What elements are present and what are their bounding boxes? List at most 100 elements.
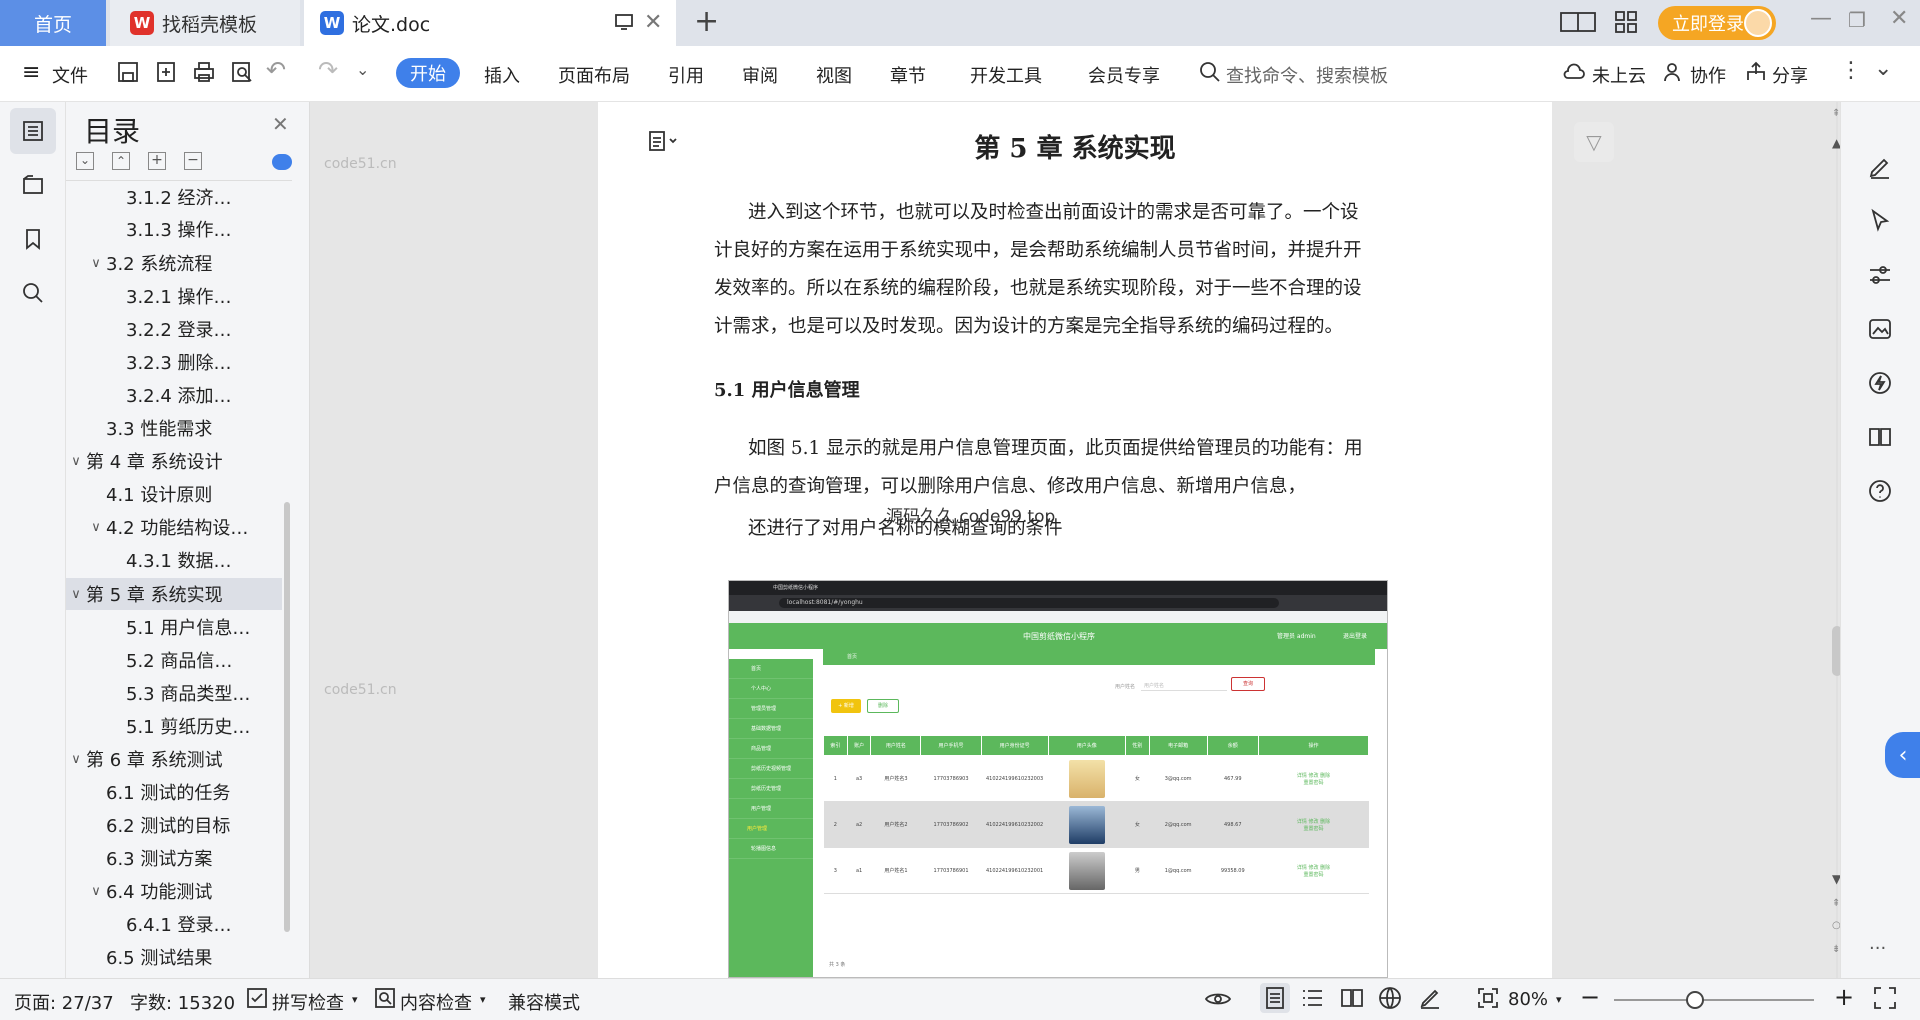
- expand-panel-chevron-icon[interactable]: ‹: [1885, 732, 1920, 778]
- toc-item[interactable]: ∨ 3.2 系统流程: [86, 247, 212, 279]
- write-mode-icon[interactable]: [1418, 986, 1442, 1015]
- toc-item[interactable]: 5.1 用户信息…: [126, 611, 250, 643]
- spellcheck-button[interactable]: 拼写检查: [272, 989, 344, 1015]
- web-view-icon[interactable]: [1378, 986, 1402, 1015]
- quick-access-chevron-icon[interactable]: ⌄: [356, 60, 369, 79]
- toc-item[interactable]: 3.2.3 删除…: [126, 346, 232, 378]
- chevron-down-icon[interactable]: ∨: [66, 454, 86, 469]
- undo-icon[interactable]: ↶: [266, 56, 286, 84]
- toc-item[interactable]: 6.2 测试的目标: [106, 809, 230, 841]
- menu-review[interactable]: 审阅: [742, 62, 778, 88]
- zoom-in-icon[interactable]: +: [1834, 983, 1854, 1011]
- toc-item[interactable]: 3.3 性能需求: [106, 412, 212, 444]
- menu-dev-tools[interactable]: 开发工具: [970, 62, 1042, 88]
- prev-page-icon[interactable]: ⇞: [1832, 898, 1840, 909]
- document-page[interactable]: 第 5 章 系统实现 进入到这个环节，也就可以及时检查出前面设计的需求是否可靠了…: [598, 102, 1552, 978]
- toc-item[interactable]: 5.1 剪纸历史…: [126, 710, 250, 742]
- tab-home[interactable]: 首页: [0, 0, 106, 46]
- page-view-button[interactable]: [1260, 983, 1290, 1013]
- restore-icon[interactable]: ❐: [1848, 8, 1866, 32]
- menu-member[interactable]: 会员专享: [1088, 62, 1160, 88]
- chevron-down-icon[interactable]: ∨: [86, 256, 106, 271]
- add-heading-icon[interactable]: +: [148, 152, 166, 170]
- share-button[interactable]: 分享: [1772, 62, 1808, 88]
- image-edit-icon[interactable]: [1865, 314, 1895, 344]
- reading-icon[interactable]: [1865, 422, 1895, 452]
- cursor-icon[interactable]: [1865, 206, 1895, 236]
- expand-all-icon[interactable]: ⌄: [76, 152, 94, 170]
- content-check-button[interactable]: 内容检查: [400, 989, 472, 1015]
- print-preview-icon[interactable]: [230, 60, 254, 88]
- menu-start[interactable]: 开始: [396, 58, 460, 88]
- layout-icon[interactable]: [1560, 10, 1596, 38]
- select-browse-icon[interactable]: ○: [1832, 920, 1840, 931]
- pen-icon[interactable]: [1865, 152, 1895, 182]
- outline-view-icon[interactable]: [1300, 986, 1324, 1015]
- command-search-input[interactable]: 查找命令、搜索模板: [1226, 62, 1388, 88]
- save-icon[interactable]: [116, 60, 140, 88]
- window-close-icon[interactable]: ✕: [1890, 6, 1908, 31]
- zoom-slider-handle[interactable]: [1686, 991, 1704, 1009]
- zoom-dropdown-icon[interactable]: ▾: [1556, 993, 1562, 1006]
- toc-item[interactable]: ∨ 4.2 功能结构设…: [86, 511, 248, 543]
- more-dots-icon[interactable]: ···: [1869, 938, 1886, 959]
- toc-item[interactable]: 6.1 测试的任务: [106, 776, 230, 808]
- toc-item[interactable]: 3.1.3 操作…: [126, 213, 232, 245]
- zoom-out-icon[interactable]: −: [1580, 983, 1600, 1011]
- toc-item[interactable]: 6.3 测试方案: [106, 842, 212, 874]
- more-vertical-icon[interactable]: ⋮: [1840, 58, 1862, 83]
- toc-item[interactable]: ∨ 第 6 章 系统测试: [66, 743, 222, 775]
- ai-assistant-icon[interactable]: [1865, 368, 1895, 398]
- remove-heading-icon[interactable]: −: [184, 152, 202, 170]
- outline-toggle[interactable]: [10, 108, 56, 154]
- zoom-level[interactable]: 80%: [1508, 989, 1548, 1010]
- new-tab-icon[interactable]: +: [694, 4, 719, 39]
- chapter-nav-button[interactable]: [10, 162, 56, 208]
- toc-item[interactable]: 3.2.1 操作…: [126, 280, 232, 312]
- hamburger-icon[interactable]: ≡: [22, 62, 40, 84]
- close-tab-icon[interactable]: ✕: [644, 10, 662, 35]
- tab-document[interactable]: W 论文.doc ✕: [304, 0, 676, 46]
- tab-templates[interactable]: W 找稻壳模板: [110, 0, 300, 46]
- toc-item[interactable]: 3.2.4 添加…: [126, 379, 232, 411]
- toc-item[interactable]: 5.3 商品类型…: [126, 677, 250, 709]
- export-icon[interactable]: [154, 60, 178, 88]
- page-indicator[interactable]: 页面: 27/37: [14, 989, 114, 1015]
- scroll-down-icon[interactable]: ▼: [1832, 872, 1840, 886]
- menu-chapter[interactable]: 章节: [890, 62, 926, 88]
- login-button[interactable]: 立即登录: [1658, 6, 1776, 40]
- zoom-slider-track[interactable]: [1614, 999, 1814, 1001]
- cloud-status[interactable]: 未上云: [1592, 62, 1646, 88]
- page-scrollbar[interactable]: [1832, 626, 1840, 676]
- find-button[interactable]: [10, 270, 56, 316]
- menu-view[interactable]: 视图: [816, 62, 852, 88]
- collapse-all-icon[interactable]: ⌃: [112, 152, 130, 170]
- content-dropdown-icon[interactable]: ▾: [480, 993, 486, 1006]
- screen-icon[interactable]: [614, 12, 634, 37]
- chevron-down-icon[interactable]: ∨: [86, 884, 106, 899]
- bookmark-button[interactable]: [10, 216, 56, 262]
- menu-page-layout[interactable]: 页面布局: [558, 62, 630, 88]
- toc-item[interactable]: ∨ 6.4 功能测试: [86, 875, 212, 907]
- eye-protection-icon[interactable]: [1204, 985, 1232, 1016]
- sliders-icon[interactable]: [1865, 260, 1895, 290]
- scroll-top-icon[interactable]: ⇞: [1832, 108, 1840, 119]
- toc-item-active[interactable]: ∨ 第 5 章 系统实现: [66, 578, 282, 610]
- redo-icon[interactable]: ↷: [318, 56, 338, 84]
- collapse-ribbon-icon[interactable]: ⌄: [1874, 56, 1892, 81]
- toc-item[interactable]: ∨ 第 4 章 系统设计: [66, 445, 222, 477]
- help-icon[interactable]: [1865, 476, 1895, 506]
- toc-item[interactable]: 6.5 测试结果: [106, 941, 212, 972]
- toc-item[interactable]: 3.2.2 登录…: [126, 313, 232, 345]
- fit-page-icon[interactable]: [1476, 986, 1500, 1015]
- word-count[interactable]: 字数: 15320: [130, 989, 235, 1015]
- outline-toggle-switch-icon[interactable]: [272, 154, 292, 170]
- collab-button[interactable]: 协作: [1690, 62, 1726, 88]
- menu-insert[interactable]: 插入: [484, 62, 520, 88]
- menu-references[interactable]: 引用: [668, 62, 704, 88]
- chevron-down-icon[interactable]: ∨: [66, 752, 86, 767]
- toc-item[interactable]: 4.3.1 数据…: [126, 544, 232, 576]
- chevron-down-icon[interactable]: ∨: [66, 587, 86, 602]
- apps-grid-icon[interactable]: [1614, 10, 1638, 38]
- toc-item[interactable]: 6.4.1 登录…: [126, 908, 232, 940]
